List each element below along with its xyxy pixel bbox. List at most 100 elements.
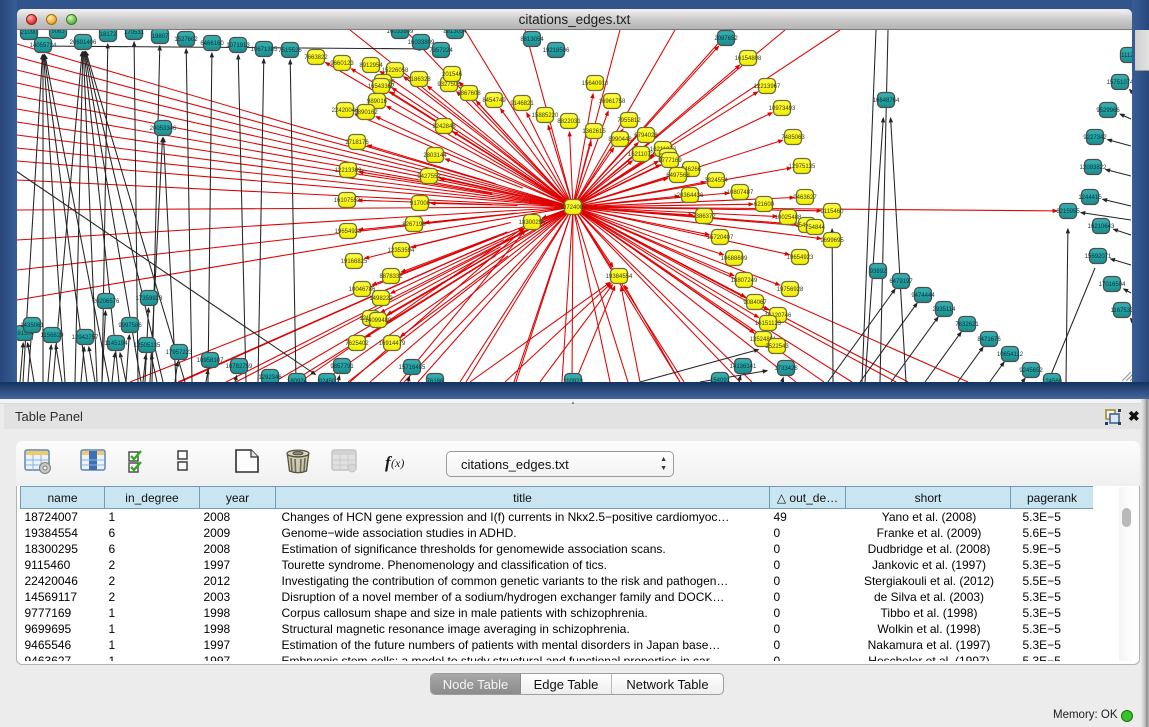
svg-text:7485063: 7485063 <box>781 135 805 141</box>
svg-text:16914479: 16914479 <box>379 341 406 347</box>
svg-text:1527602: 1527602 <box>174 37 198 43</box>
svg-text:22420046: 22420046 <box>332 108 359 114</box>
svg-text:20053346: 20053346 <box>150 126 177 132</box>
svg-text:1435061: 1435061 <box>20 323 44 329</box>
svg-text:8471676: 8471676 <box>977 337 1001 343</box>
svg-text:1156829: 1156829 <box>41 333 65 339</box>
svg-text:754844: 754844 <box>805 225 826 231</box>
svg-text:19166825: 19166825 <box>341 259 368 265</box>
svg-text:8878332: 8878332 <box>379 274 403 280</box>
svg-text:9327508: 9327508 <box>437 82 461 88</box>
svg-text:1167533: 1167533 <box>1111 308 1132 314</box>
svg-text:9427552: 9427552 <box>417 174 441 180</box>
svg-text:16033809: 16033809 <box>408 40 435 46</box>
svg-text:8822031: 8822031 <box>557 119 581 125</box>
svg-text:19756928: 19756928 <box>777 287 804 293</box>
svg-text:8813054: 8813054 <box>443 30 467 35</box>
svg-text:20364436: 20364436 <box>677 193 704 199</box>
svg-text:14136141: 14136141 <box>730 364 757 370</box>
svg-text:18300295: 18300295 <box>519 220 546 226</box>
svg-text:15692071: 15692071 <box>1085 254 1112 260</box>
svg-text:9857791: 9857791 <box>330 364 354 370</box>
svg-text:9474444: 9474444 <box>911 293 935 299</box>
svg-text:917006: 917006 <box>410 201 431 207</box>
svg-text:14099489: 14099489 <box>365 318 392 324</box>
svg-text:10688609: 10688609 <box>721 256 748 262</box>
svg-text:17957223: 17957223 <box>166 350 193 356</box>
svg-text:18724007: 18724007 <box>560 205 587 211</box>
svg-text:9463627: 9463627 <box>793 195 817 201</box>
svg-text:12093822: 12093822 <box>1080 165 1107 171</box>
svg-text:15885220: 15885220 <box>532 113 559 119</box>
svg-text:1292346: 1292346 <box>258 375 282 381</box>
svg-text:17016504: 17016504 <box>1099 282 1126 288</box>
svg-text:2803144: 2803144 <box>423 153 447 159</box>
svg-text:10958107: 10958107 <box>197 358 224 364</box>
svg-text:16151123: 16151123 <box>755 321 782 327</box>
svg-text:9245652: 9245652 <box>1019 368 1043 374</box>
svg-text:21090: 21090 <box>21 30 38 36</box>
svg-text:10807487: 10807487 <box>727 190 754 196</box>
svg-text:1362615: 1362615 <box>582 129 606 135</box>
svg-text:16648764: 16648764 <box>873 98 900 104</box>
svg-text:7386372: 7386372 <box>692 214 716 220</box>
svg-text:9227342: 9227342 <box>1083 135 1107 141</box>
svg-text:1244415: 1244415 <box>1078 195 1102 201</box>
svg-text:2935114: 2935114 <box>933 307 957 313</box>
svg-text:7357224: 7357224 <box>429 48 453 54</box>
svg-text:18807249: 18807249 <box>731 278 758 284</box>
svg-text:92450: 92450 <box>319 379 336 382</box>
svg-text:16211072: 16211072 <box>628 152 655 158</box>
svg-text:15751074: 15751074 <box>1107 80 1132 86</box>
svg-text:10025488: 10025488 <box>775 215 802 221</box>
svg-text:7663822: 7663822 <box>304 55 328 61</box>
svg-text:16961758: 16961758 <box>599 99 626 105</box>
svg-text:9660123: 9660123 <box>330 61 354 67</box>
svg-text:6479197: 6479197 <box>889 279 913 285</box>
svg-text:16543362: 16543362 <box>368 84 395 90</box>
svg-text:19654923: 19654923 <box>787 255 814 261</box>
svg-text:12353594: 12353594 <box>388 248 415 254</box>
svg-text:12975135: 12975135 <box>789 164 816 170</box>
svg-text:9115460: 9115460 <box>821 209 845 215</box>
svg-text:2087652: 2087652 <box>714 36 738 42</box>
svg-text:16782759: 16782759 <box>226 364 253 370</box>
svg-text:10671385: 10671385 <box>251 47 278 53</box>
svg-text:15640910: 15640910 <box>582 81 609 87</box>
svg-text:3824554: 3824554 <box>704 178 728 184</box>
svg-text:9699695: 9699695 <box>820 238 844 244</box>
svg-text:8912954: 8912954 <box>359 63 383 69</box>
svg-text:14055724: 14055724 <box>30 43 57 49</box>
svg-text:7632621: 7632621 <box>955 322 979 328</box>
svg-text:19218506: 19218506 <box>543 48 570 54</box>
svg-text:16033809: 16033809 <box>387 30 414 35</box>
svg-text:15716485: 15716485 <box>399 365 426 371</box>
svg-text:18172: 18172 <box>100 32 117 38</box>
svg-text:9242848: 9242848 <box>432 124 456 130</box>
svg-text:15226058: 15226058 <box>382 68 409 74</box>
svg-text:16107553: 16107553 <box>334 198 361 204</box>
svg-text:10654112: 10654112 <box>997 352 1024 358</box>
svg-text:9777169: 9777169 <box>658 158 682 164</box>
svg-text:621600: 621600 <box>754 202 775 208</box>
svg-text:20206576: 20206576 <box>93 299 120 305</box>
svg-text:93892: 93892 <box>870 269 887 275</box>
svg-text:19384554: 19384554 <box>606 274 633 280</box>
svg-text:1733426: 1733426 <box>774 366 798 372</box>
svg-text:9529966: 9529966 <box>1096 108 1120 114</box>
svg-text:8267190: 8267190 <box>402 222 426 228</box>
svg-text:12505135: 12505135 <box>134 343 161 349</box>
svg-text:170531: 170531 <box>124 30 145 36</box>
svg-text:1071913: 1071913 <box>226 43 250 49</box>
svg-text:9997586: 9997586 <box>118 323 142 329</box>
svg-text:7625402: 7625402 <box>345 341 369 347</box>
svg-text:76186: 76186 <box>427 379 444 382</box>
svg-text:8186328: 8186328 <box>407 77 431 83</box>
svg-text:19654923: 19654923 <box>335 229 362 235</box>
svg-text:(x): (x) <box>391 456 404 470</box>
svg-text:20691406: 20691406 <box>70 40 97 46</box>
svg-text:1498222: 1498222 <box>369 296 393 302</box>
svg-text:6466160: 6466160 <box>200 41 224 47</box>
svg-text:8215955: 8215955 <box>1056 209 1080 215</box>
svg-text:2522543: 2522543 <box>765 344 789 350</box>
